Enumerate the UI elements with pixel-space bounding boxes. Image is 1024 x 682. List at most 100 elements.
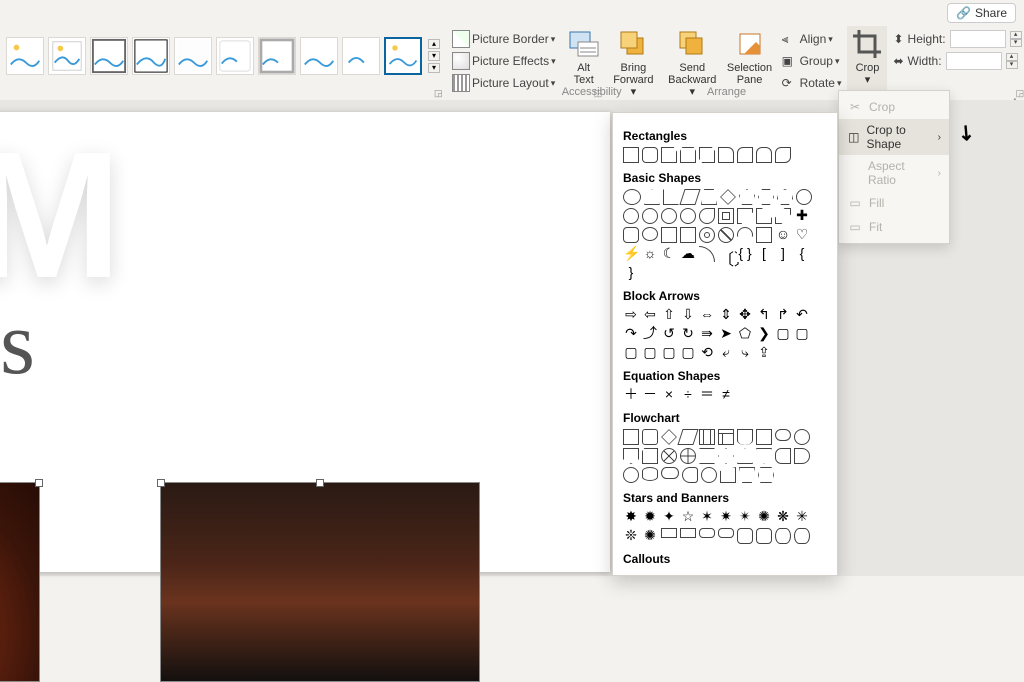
shape-no-symbol[interactable]	[718, 227, 734, 243]
shape-snip-diag[interactable]	[699, 147, 715, 163]
shape-ribbon-up[interactable]	[661, 528, 677, 538]
shape-eq-minus[interactable]: －	[642, 387, 658, 403]
shape-snip-single[interactable]	[661, 147, 677, 163]
picture-style-1[interactable]	[6, 37, 44, 75]
shape-fc-data[interactable]	[677, 429, 698, 445]
shape-ribbon-down[interactable]	[680, 528, 696, 538]
shape-fc-predef[interactable]	[699, 429, 715, 445]
shape-decagon[interactable]	[623, 208, 639, 224]
shape-arrow-more-1[interactable]: ⤶	[718, 345, 734, 361]
picture-style-8[interactable]	[300, 37, 338, 75]
shape-double-wave[interactable]	[794, 528, 810, 544]
shape-arrow-quad[interactable]: ✥	[737, 307, 753, 323]
shape-fc-doc[interactable]	[737, 429, 753, 445]
shape-right-triangle[interactable]	[663, 189, 679, 205]
shape-fc-connector[interactable]	[794, 429, 810, 445]
slide-image-3[interactable]	[160, 482, 480, 682]
group-menu[interactable]: ▣Group	[782, 50, 842, 72]
shape-eq-notequal[interactable]: ≠	[718, 387, 734, 403]
picture-style-6[interactable]	[216, 37, 254, 75]
shape-fc-tape[interactable]	[701, 467, 717, 483]
shape-arrow-updown[interactable]: ⇕	[718, 307, 734, 323]
shape-arrow-callout-d[interactable]: ▢	[642, 345, 658, 361]
shape-fc-extract[interactable]	[737, 448, 753, 464]
shape-donut[interactable]	[699, 227, 715, 243]
crop-menu-aspect-ratio[interactable]: Aspect Ratio›	[839, 155, 949, 191]
shape-arrow-down[interactable]: ⇩	[680, 307, 696, 323]
picture-layout-menu[interactable]: Picture Layout	[452, 72, 556, 94]
shape-rectangle[interactable]	[623, 147, 639, 163]
shape-arrow-more-2[interactable]: ⤷	[737, 345, 753, 361]
shape-fc-merge[interactable]	[756, 448, 772, 464]
picture-style-4[interactable]	[132, 37, 170, 75]
crop-menu-fit[interactable]: ▭Fit	[839, 215, 949, 239]
width-spinner[interactable]: ▴▾	[1006, 53, 1018, 69]
shape-arrow-leftright[interactable]: ⇔	[699, 307, 715, 323]
shape-fc-internal[interactable]	[718, 429, 734, 445]
shape-sun[interactable]: ☼	[642, 246, 658, 262]
slide-image-2-selected[interactable]	[0, 482, 40, 682]
shape-arrow-callout-r[interactable]: ▢	[775, 326, 791, 342]
shape-ribbon-curved-up[interactable]	[699, 528, 715, 538]
width-input[interactable]	[946, 52, 1002, 70]
shape-star-explosion2[interactable]: ✹	[642, 509, 658, 525]
shape-star-12[interactable]: ❋	[775, 509, 791, 525]
shape-heart[interactable]: ♡	[794, 227, 810, 243]
picture-style-10[interactable]	[384, 37, 422, 75]
shape-cloud[interactable]: ☁	[680, 246, 696, 262]
shape-fc-manual-input[interactable]	[720, 467, 736, 483]
height-spinner[interactable]: ▴▾	[1010, 31, 1022, 47]
shape-snip-same[interactable]	[680, 147, 696, 163]
shape-fc-card[interactable]	[642, 448, 658, 464]
shape-star-24[interactable]: ❊	[623, 528, 639, 544]
shape-diag-stripe[interactable]	[775, 208, 791, 224]
shape-arrow-uturn-1[interactable]: ↶	[794, 307, 810, 323]
shape-pie[interactable]	[661, 208, 677, 224]
shape-arrow-up[interactable]: ⇧	[661, 307, 677, 323]
picture-effects-menu[interactable]: Picture Effects	[452, 50, 556, 72]
shape-fc-sort[interactable]	[718, 448, 734, 464]
shape-fc-display[interactable]	[682, 467, 698, 483]
shape-fc-summing[interactable]	[661, 448, 677, 464]
shape-star-16[interactable]: ✳	[794, 509, 810, 525]
shape-fc-process[interactable]	[623, 429, 639, 445]
shape-arrow-callout-quad[interactable]: ▢	[680, 345, 696, 361]
shape-chord[interactable]	[680, 208, 696, 224]
shape-plus[interactable]: ✚	[794, 208, 810, 224]
shape-frame[interactable]	[718, 208, 734, 224]
shape-arc[interactable]	[699, 246, 715, 262]
shape-round-same[interactable]	[756, 147, 772, 163]
shape-arrow-striped[interactable]: ⇛	[699, 326, 715, 342]
picture-border-menu[interactable]: Picture Border	[452, 28, 556, 50]
shape-fc-offpage[interactable]	[623, 448, 639, 464]
shape-star-32[interactable]: ✺	[642, 528, 658, 544]
shape-round-diag[interactable]	[775, 147, 791, 163]
shape-fc-prep[interactable]	[758, 467, 774, 483]
shape-bracket-r[interactable]: ]	[775, 246, 791, 262]
shape-half-frame[interactable]	[737, 208, 753, 224]
shape-eq-divide[interactable]: ÷	[680, 387, 696, 403]
picture-style-3[interactable]	[90, 37, 128, 75]
shape-fc-stored[interactable]	[775, 448, 791, 464]
shape-teardrop[interactable]	[699, 208, 715, 224]
picture-style-5[interactable]	[174, 37, 212, 75]
shape-arrow-callout-l[interactable]: ▢	[794, 326, 810, 342]
share-button[interactable]: 🔗 Share	[947, 3, 1016, 23]
shape-scroll-v[interactable]	[737, 528, 753, 544]
shape-fc-collate[interactable]	[699, 448, 715, 464]
shape-arrow-bent-2[interactable]: ↱	[775, 307, 791, 323]
crop-menu-fill[interactable]: ▭Fill	[839, 191, 949, 215]
crop-menu-crop[interactable]: ✂Crop	[839, 95, 949, 119]
shape-smiley[interactable]: ☺	[775, 227, 791, 243]
shape-fc-manual-op[interactable]	[739, 467, 755, 483]
shape-cube[interactable]	[661, 227, 677, 243]
shape-fc-decision[interactable]	[661, 429, 677, 445]
shape-arrow-bent-3[interactable]: ⤴	[642, 326, 658, 342]
shape-fc-or[interactable]	[680, 448, 696, 464]
shape-parallelogram[interactable]	[679, 189, 700, 205]
shape-ribbon-curved-down[interactable]	[718, 528, 734, 538]
shape-lightning[interactable]: ⚡	[623, 246, 639, 262]
shape-fc-terminator[interactable]	[775, 429, 791, 441]
shape-round-single[interactable]	[737, 147, 753, 163]
shape-arrow-curved-l[interactable]: ↺	[661, 326, 677, 342]
